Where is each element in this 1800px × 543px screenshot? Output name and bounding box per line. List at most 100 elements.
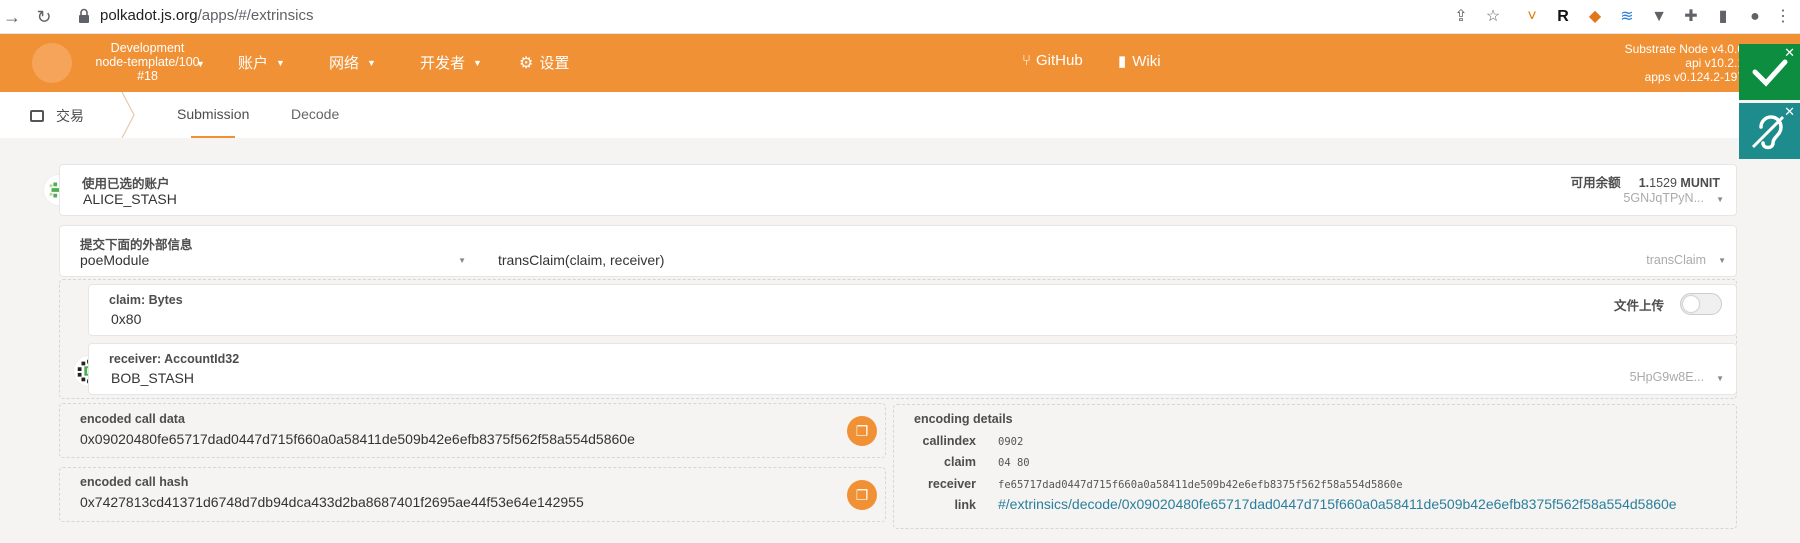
copy-call-data-button[interactable]: ❐ (847, 416, 877, 446)
copy-icon: ❐ (855, 487, 869, 503)
toggle-knob (1683, 296, 1699, 312)
reload-icon[interactable]: ↻ (32, 5, 56, 29)
extension-r-icon[interactable]: R (1551, 5, 1575, 29)
balance-unit: MUNIT (1680, 176, 1720, 190)
chain-block: #18 (137, 69, 158, 83)
dropdown-caret-icon: ▼ (1716, 195, 1724, 204)
menu-accounts-label: 账户 (238, 55, 269, 72)
address-bar[interactable]: polkadot.js.org/apps/#/extrinsics (100, 7, 313, 24)
extension-icon[interactable]: ˅ (1520, 5, 1544, 29)
active-tab-indicator (191, 136, 235, 138)
extensions-puzzle-icon[interactable]: ✚ (1679, 5, 1703, 29)
encoding-details-box: encoding details callindex 0902 claim 04… (893, 404, 1737, 529)
extension-signal-icon[interactable]: ≋ (1615, 5, 1639, 29)
receiver-param[interactable]: receiver: AccountId32 BOB_STASH 5HpG9w8E… (88, 343, 1737, 395)
book-icon: ▮ (1118, 53, 1127, 70)
call-dropdown[interactable]: transClaim(claim, receiver) transClaim ▼ (488, 246, 1738, 276)
sub-navigation: 交易 Submission Decode (0, 92, 1739, 138)
balance-decimal: 1529 (1649, 176, 1677, 190)
profile-icon[interactable]: ● (1743, 5, 1767, 29)
extension-v-icon[interactable]: ▼ (1647, 5, 1671, 29)
share-icon[interactable]: ⇪ (1449, 5, 1473, 29)
dropdown-caret-icon: ▼ (458, 256, 466, 265)
balance-integer: 1. (1638, 176, 1650, 190)
module-name: poeModule (80, 252, 150, 268)
inbox-icon (30, 110, 44, 122)
metamask-icon[interactable]: ◆ (1583, 5, 1607, 29)
decode-link[interactable]: #/extrinsics/decode/0x09020480fe65717dad… (998, 496, 1677, 512)
copy-call-hash-button[interactable]: ❐ (847, 480, 877, 510)
encoded-call-hash-label: encoded call hash (80, 475, 189, 489)
version-info: Substrate Node v4.0.0 api v10.2.1 apps v… (1625, 42, 1744, 84)
bookmark-star-icon[interactable]: ☆ (1481, 5, 1505, 29)
api-version: api v10.2.1 (1685, 56, 1744, 70)
lock-icon[interactable] (78, 8, 90, 24)
receiver-encoding-label: receiver (928, 477, 976, 491)
receiver-address: 5HpG9w8E... (1629, 370, 1704, 384)
wiki-link[interactable]: ▮ Wiki (1118, 52, 1161, 70)
tab-decode[interactable]: Decode (291, 106, 339, 122)
chain-name: Development (110, 41, 185, 55)
account-label: 使用已选的账户 (82, 177, 170, 191)
chevron-separator-icon (121, 92, 135, 138)
callindex-value: 0902 (998, 436, 1024, 448)
close-icon[interactable]: ✕ (1784, 45, 1795, 61)
claim-encoding-label: claim (944, 455, 976, 469)
app-header: Development node-template/100 #18 ▼ 账户 ▼ … (0, 34, 1800, 92)
dropdown-caret-icon: ▼ (1716, 374, 1724, 383)
call-short-name: transClaim (1646, 253, 1706, 267)
claim-label: claim: Bytes (109, 293, 183, 307)
encoded-call-hash-box: encoded call hash 0x7427813cd41371d6748d… (59, 467, 886, 522)
dropdown-caret-icon: ▼ (1718, 256, 1726, 265)
account-address: 5GNJqTPyN... (1623, 191, 1704, 205)
browser-menu-icon[interactable]: ⋮ (1771, 5, 1795, 29)
side-panel-icon[interactable]: ▮ (1711, 5, 1735, 29)
encoded-call-data-box: encoded call data 0x09020480fe65717dad04… (59, 403, 886, 458)
account-name: ALICE_STASH (83, 191, 177, 207)
section-label: 交易 (56, 108, 84, 124)
receiver-name: BOB_STASH (111, 370, 194, 386)
claim-param: claim: Bytes 0x80 文件上传 (88, 284, 1737, 336)
accessibility-badge[interactable]: ✕ (1739, 103, 1800, 159)
node-version: Substrate Node v4.0.0 (1624, 42, 1744, 56)
caret-down-icon: ▼ (276, 58, 285, 68)
menu-network-label: 网络 (329, 55, 360, 72)
chain-selector[interactable]: Development node-template/100 #18 (80, 41, 215, 83)
balance-label: 可用余额 (1570, 176, 1621, 190)
gear-icon: ⚙ (519, 55, 534, 72)
file-upload-toggle[interactable] (1680, 293, 1722, 315)
account-selector[interactable]: 使用已选的账户 ALICE_STASH 可用余额 1.1529 MUNIT 5GN… (59, 164, 1737, 216)
chain-logo[interactable] (32, 43, 72, 83)
receiver-label: receiver: AccountId32 (109, 352, 240, 366)
status-badge-check[interactable]: ✕ (1739, 44, 1800, 100)
encoded-call-data-label: encoded call data (80, 412, 185, 426)
git-branch-icon: ⑂ (1022, 52, 1032, 69)
caret-down-icon: ▼ (367, 58, 376, 68)
forward-icon[interactable]: → (0, 5, 24, 29)
menu-developer-label: 开发者 (420, 55, 466, 72)
copy-icon: ❐ (855, 423, 869, 439)
wiki-label: Wiki (1132, 53, 1161, 70)
link-label: link (954, 498, 976, 512)
menu-accounts[interactable]: 账户 ▼ (238, 52, 285, 73)
menu-developer[interactable]: 开发者 ▼ (420, 52, 482, 73)
call-signature: transClaim(claim, receiver) (498, 252, 665, 268)
module-dropdown[interactable]: poeModule ▼ (60, 246, 478, 276)
chain-caret-icon: ▼ (196, 59, 205, 69)
url-path: /apps/#/extrinsics (197, 7, 314, 24)
chain-node: node-template/100 (95, 55, 200, 69)
balance-display: 可用余额 1.1529 MUNIT (1571, 172, 1720, 191)
file-upload-label: 文件上传 (1613, 299, 1664, 313)
menu-settings-label: 设置 (539, 55, 570, 72)
encoded-call-data-value: 0x09020480fe65717dad0447d715f660a0a58411… (80, 431, 635, 447)
url-host: polkadot.js.org (100, 7, 198, 24)
tab-submission[interactable]: Submission (177, 106, 249, 122)
close-icon[interactable]: ✕ (1784, 104, 1795, 120)
claim-input[interactable]: 0x80 (111, 311, 1511, 327)
callindex-label: callindex (922, 434, 977, 448)
menu-settings[interactable]: ⚙ 设置 (519, 52, 569, 73)
menu-network[interactable]: 网络 ▼ (329, 52, 376, 73)
receiver-encoding-value: fe65717dad0447d715f660a0a58411de509b42e6… (998, 479, 1403, 491)
github-link[interactable]: ⑂ GitHub (1022, 52, 1083, 69)
section-extrinsics[interactable]: 交易 (30, 106, 84, 126)
